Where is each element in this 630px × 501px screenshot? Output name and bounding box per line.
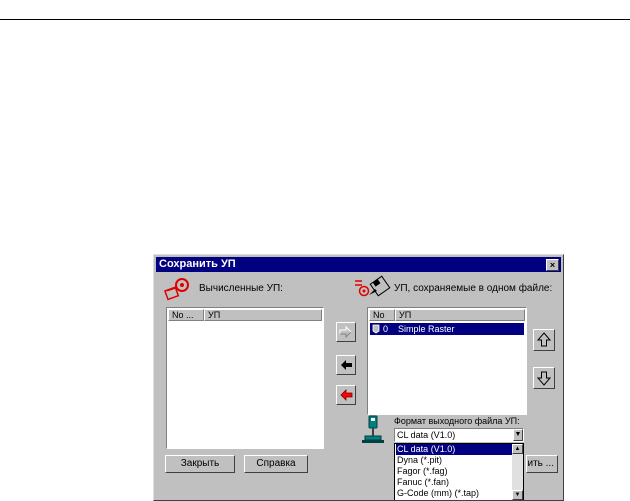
remove-all-from-file-button[interactable] <box>336 385 356 405</box>
move-down-button[interactable] <box>533 367 555 389</box>
close-button[interactable]: Закрыть <box>165 455 235 473</box>
page-top-rule <box>0 19 630 20</box>
arrow-left-black-icon <box>341 360 352 370</box>
remove-from-file-button[interactable] <box>336 355 356 375</box>
arrow-left-red-icon <box>340 389 353 401</box>
save-file-icon <box>355 275 391 297</box>
computed-toolpaths-label: Вычисленные УП: <box>199 283 283 294</box>
dialog-title: Сохранить УП <box>159 258 236 270</box>
column-header-no[interactable]: No ... <box>168 309 204 321</box>
add-to-file-button[interactable] <box>336 322 356 342</box>
format-option[interactable]: CL data (V1.0) <box>396 444 513 455</box>
computed-toolpaths-list[interactable]: No ... УП <box>166 307 324 449</box>
single-file-toolpaths-label: УП, сохраняемые в одном файле: <box>394 283 553 294</box>
output-format-value: CL data (V1.0) <box>397 430 456 440</box>
single-file-toolpaths-list[interactable]: No ... УП 0 Simple Raster <box>367 307 527 415</box>
toolpath-item-icon <box>372 324 380 334</box>
list-item[interactable]: 0 Simple Raster <box>370 323 524 335</box>
dropdown-scrollbar[interactable]: ▲ ▼ <box>512 444 523 500</box>
help-button[interactable]: Справка <box>244 455 308 473</box>
format-option[interactable]: Dyna (*.pit) <box>396 455 513 466</box>
output-format-label: Формат выходного файла УП: <box>394 416 520 426</box>
dialog-titlebar: Сохранить УП × <box>156 257 561 272</box>
format-option[interactable]: Fagor (*.fag) <box>396 466 513 477</box>
move-up-button[interactable] <box>533 329 555 351</box>
arrow-up-icon <box>536 332 552 347</box>
scroll-down-icon[interactable]: ▼ <box>512 490 523 500</box>
output-format-select[interactable]: CL data (V1.0) ▼ <box>394 428 524 442</box>
postprocessor-icon <box>362 415 384 443</box>
save-button[interactable]: ить ... <box>526 455 558 473</box>
arrow-down-icon <box>536 371 552 386</box>
chevron-down-icon[interactable]: ▼ <box>513 429 523 441</box>
save-toolpaths-dialog: Сохранить УП × Вычисленные УП: УП, сохра… <box>153 254 564 501</box>
output-format-dropdown[interactable]: CL data (V1.0) Dyna (*.pit) Fagor (*.fag… <box>394 443 524 500</box>
column-header-toolpath[interactable]: УП <box>395 309 525 321</box>
toolpath-number: 0 <box>383 324 389 334</box>
close-icon[interactable]: × <box>546 259 559 271</box>
computed-toolpaths-icon <box>164 278 189 301</box>
column-header-toolpath[interactable]: УП <box>204 309 322 321</box>
format-option[interactable]: G-Code (mm) (*.tap) <box>396 488 513 499</box>
format-option[interactable]: Fanuc (*.fan) <box>396 477 513 488</box>
column-header-no[interactable]: No ... <box>369 309 395 330</box>
toolpath-name: Simple Raster <box>398 324 455 334</box>
arrow-right-icon <box>339 325 352 339</box>
scroll-up-icon[interactable]: ▲ <box>512 444 523 454</box>
